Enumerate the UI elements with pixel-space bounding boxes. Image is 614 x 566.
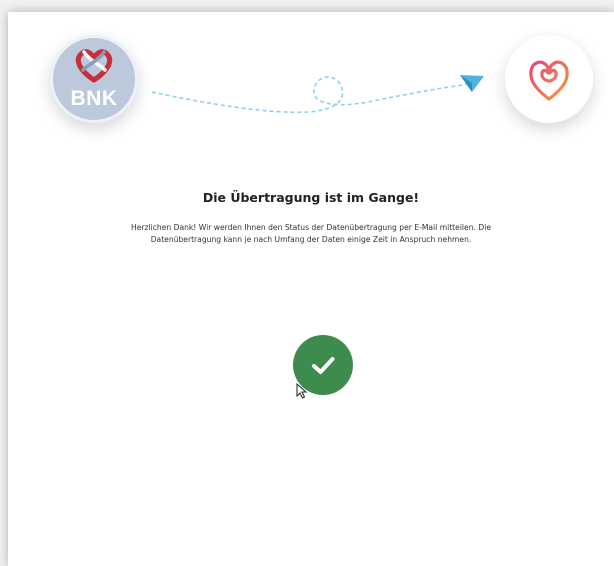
status-message-line-1: Herzlichen Dank! Wir werden Ihnen den St… — [131, 223, 491, 232]
paper-plane-icon — [460, 75, 484, 92]
status-message-line-2: Datenübertragung kann je nach Umfang der… — [150, 235, 472, 244]
status-message: Herzlichen Dank! Wir werden Ihnen den St… — [68, 222, 554, 246]
transfer-dialog: BNK Die Übertragung ist im Gange! Herzli… — [8, 12, 614, 566]
bnk-logo-text: BNK — [70, 87, 118, 110]
mouse-pointer-icon — [296, 383, 308, 399]
flight-path-line — [151, 75, 484, 114]
page-title: Die Übertragung ist im Gange! — [202, 190, 420, 205]
heart-logo-icon — [529, 60, 569, 101]
bnk-logo: BNK — [50, 35, 138, 123]
heart-logo — [505, 35, 593, 123]
